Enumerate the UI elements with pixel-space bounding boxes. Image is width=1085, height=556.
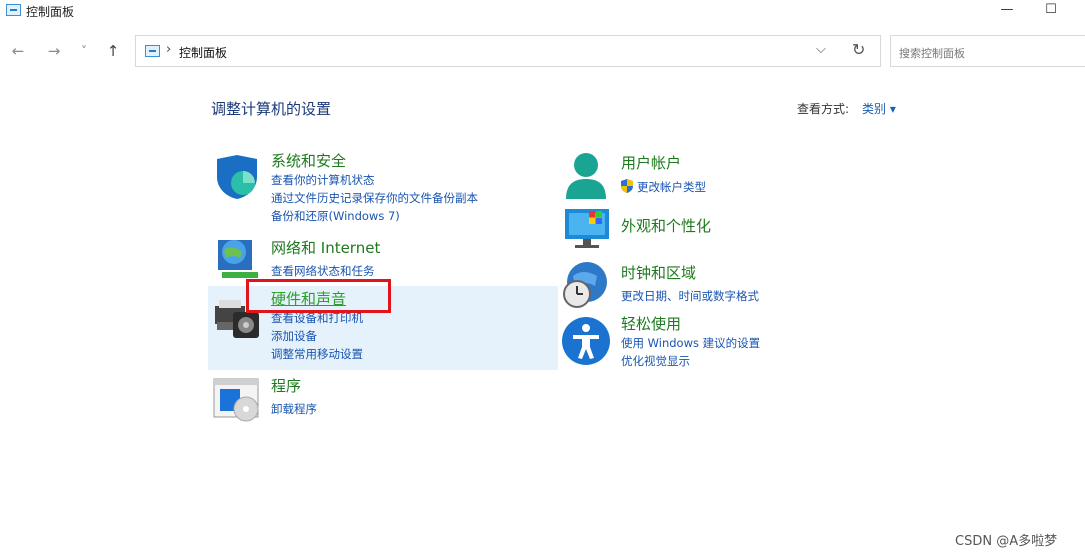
breadcrumb-chevron-icon[interactable]: ›: [166, 42, 171, 57]
link-mobility-settings[interactable]: 调整常用移动设置: [271, 346, 363, 362]
uac-shield-icon: [621, 179, 633, 193]
recent-locations-chevron-icon[interactable]: ˅: [72, 40, 96, 62]
accessibility-icon: [562, 317, 610, 365]
category-ease-of-access[interactable]: 轻松使用: [621, 313, 681, 334]
refresh-icon[interactable]: ↻: [852, 40, 865, 59]
link-file-history[interactable]: 通过文件历史记录保存你的文件备份副本: [271, 190, 478, 206]
link-view-computer-status[interactable]: 查看你的计算机状态: [271, 172, 375, 188]
address-bar[interactable]: › 控制面板 ⌵ ↻: [135, 35, 881, 67]
link-backup-restore[interactable]: 备份和还原(Windows 7): [271, 208, 400, 224]
view-by-dropdown[interactable]: 类别 ▾: [862, 100, 896, 117]
up-arrow-icon[interactable]: ↑: [101, 40, 125, 62]
category-clock-region[interactable]: 时钟和区域: [621, 262, 696, 283]
maximize-button[interactable]: ☐: [1028, 0, 1074, 22]
category-user-accounts[interactable]: 用户帐户: [621, 152, 681, 173]
link-uninstall-program[interactable]: 卸载程序: [271, 401, 317, 417]
link-change-date-time-format[interactable]: 更改日期、时间或数字格式: [621, 288, 759, 304]
user-account-icon: [566, 153, 606, 199]
forward-arrow-icon[interactable]: →: [42, 40, 66, 62]
category-programs[interactable]: 程序: [271, 375, 301, 396]
category-appearance-personalization[interactable]: 外观和个性化: [621, 215, 711, 236]
link-windows-recommended-settings[interactable]: 使用 Windows 建议的设置: [621, 335, 760, 351]
category-network-internet[interactable]: 网络和 Internet: [271, 237, 380, 258]
link-network-status[interactable]: 查看网络状态和任务: [271, 263, 375, 279]
minimize-button[interactable]: —: [984, 0, 1030, 22]
link-change-account-type[interactable]: 更改帐户类型: [637, 179, 706, 195]
clock-globe-icon: [563, 262, 607, 308]
link-add-device[interactable]: 添加设备: [271, 328, 317, 344]
view-by-label: 查看方式:: [797, 102, 850, 116]
watermark: CSDN @A多啦梦: [955, 534, 1058, 549]
page-title: 调整计算机的设置: [211, 100, 332, 118]
control-panel-icon: [6, 4, 21, 16]
search-input[interactable]: 搜索控制面板: [890, 35, 1085, 67]
appearance-monitor-icon: [565, 209, 609, 248]
shield-icon: [217, 155, 257, 199]
back-arrow-icon[interactable]: ←: [6, 40, 30, 62]
title-bar: 控制面板 — ☐: [0, 0, 1085, 22]
annotation-highlight-box: [246, 279, 391, 313]
category-system-security[interactable]: 系统和安全: [271, 150, 346, 171]
network-globe-icon: [218, 240, 258, 278]
link-optimize-visual-display[interactable]: 优化视觉显示: [621, 353, 690, 369]
window-title: 控制面板: [26, 5, 75, 19]
breadcrumb-control-panel[interactable]: 控制面板: [179, 44, 227, 61]
search-placeholder: 搜索控制面板: [899, 47, 965, 60]
programs-icon: [213, 378, 259, 422]
chevron-down-icon[interactable]: ⌵: [816, 42, 826, 57]
control-panel-icon: [145, 45, 160, 57]
